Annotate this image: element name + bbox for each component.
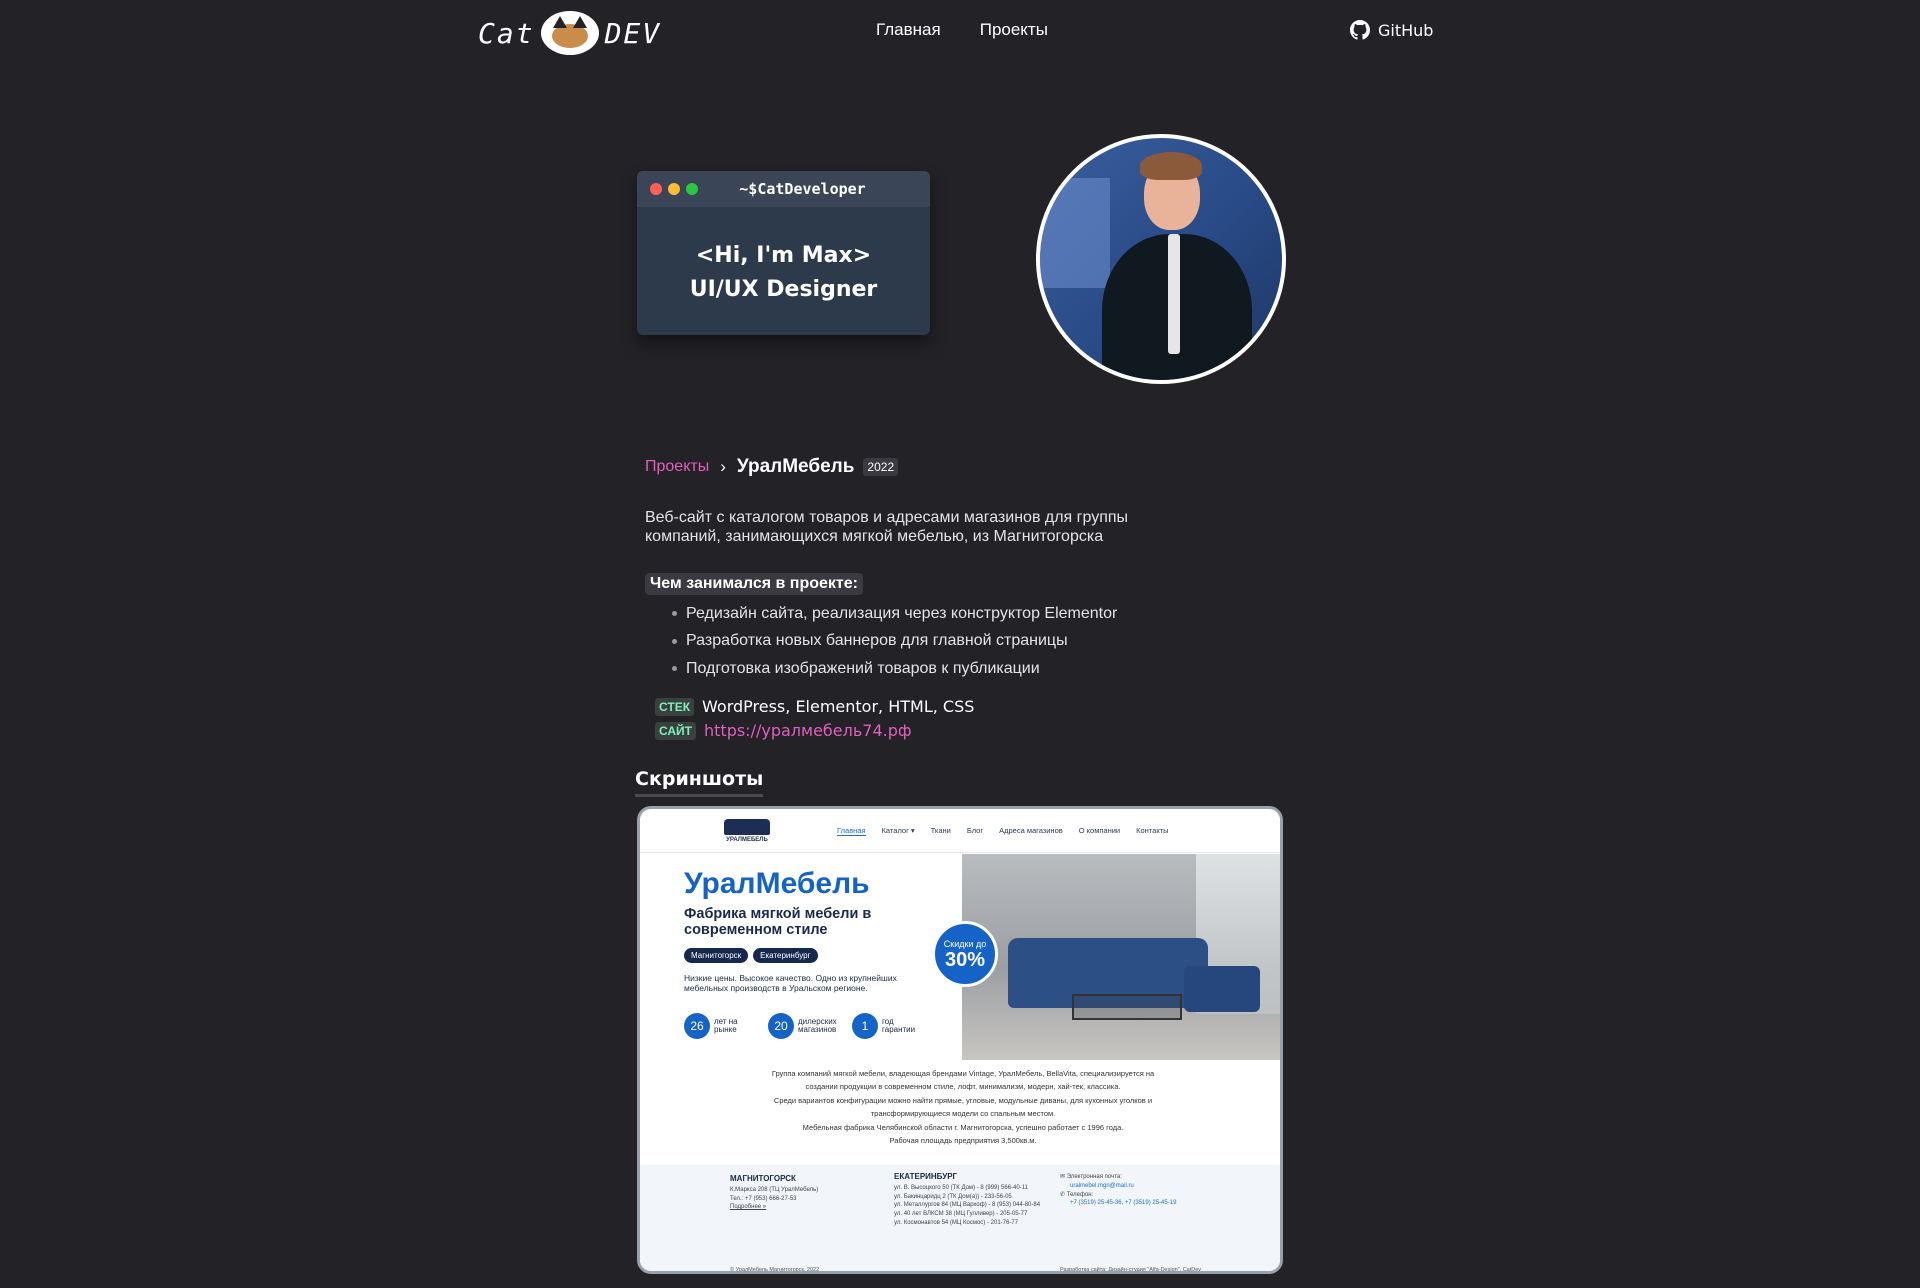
shot-stat-label: дилерских магазинов [798, 1017, 837, 1034]
terminal-titlebar: ~$CatDeveloper [637, 171, 930, 207]
shot-city-pill: Екатеринбург [753, 948, 818, 963]
shot-stat-number: 1 [852, 1013, 878, 1039]
task-item: Разработка новых баннеров для главной ст… [672, 628, 1117, 656]
shot-footer-heading: МАГНИТОГОРСК [730, 1174, 796, 1183]
shot-brand: УралМебель [684, 867, 870, 900]
shot-sofa-photo [962, 854, 1280, 1060]
shot-about-line: Группа компаний мягкой мебели, владеющая… [771, 1069, 1155, 1078]
shot-footer-line: ул. Космонавтов 54 (МЦ Космос) - 201-76-… [894, 1219, 1018, 1226]
task-list: Редизайн сайта, реализация через констру… [672, 600, 1117, 683]
shot-footer-line: К.Маркса 208 (ТЦ УралМебель) [730, 1186, 819, 1193]
shot-footer-line: ул. 40 лет ВЛКСМ 38 (МЦ Гулливер) - 205-… [894, 1211, 1028, 1218]
shot-about-line: Рабочая площадь предприятия 3,500кв.м. [889, 1136, 1037, 1146]
mail-icon: ✉ [1060, 1174, 1066, 1180]
site-tag: САЙТ [655, 721, 696, 740]
shot-nav-item: Главная [837, 825, 866, 836]
logo-text-left: Cat [478, 16, 535, 50]
shot-stat-label: лет на рынке [714, 1017, 738, 1034]
shot-about-line: трансформирующиеся модели со спальным ме… [870, 1109, 1056, 1119]
shot-hero: УралМебель Фабрика мягкой мебели в совре… [640, 854, 1280, 1060]
site-link[interactable]: https://уралмебель74.рф [704, 721, 912, 740]
shot-stats: 26 лет на рынке 20 дилерских магазинов 1 го… [684, 1013, 928, 1039]
stack-tag: СТЕК [655, 697, 695, 716]
shot-discount-badge: Скидки до 30% [932, 921, 998, 987]
shot-stat-number: 20 [768, 1013, 794, 1039]
shot-tagline: Фабрика мягкой мебели в современном стил… [684, 906, 872, 938]
shot-about-line: создании продукции в современном стиле, … [805, 1082, 1121, 1092]
shot-footer-line: Подробнее » [730, 1204, 767, 1211]
github-icon [1350, 20, 1370, 40]
site-logo[interactable]: Cat DEV [478, 10, 661, 56]
avatar [1036, 134, 1286, 384]
nav-projects[interactable]: Проекты [980, 20, 1048, 40]
shot-footer-line: ул. Металлургов 84 (МЦ Вархоф) - 8 (953)… [894, 1202, 1041, 1209]
shot-badge-label: Скидки до [943, 939, 987, 949]
shot-subtitle: Низкие цены. Высокое качество. Одно из к… [684, 973, 897, 993]
shot-footer-col: ЕКАТЕРИНБУРГ ул. В. Высоцкого 50 (ТК Дом… [894, 1172, 1041, 1228]
breadcrumb-projects-link[interactable]: Проекты [645, 458, 709, 476]
role-heading: Чем занимался в проекте: [645, 573, 863, 595]
github-label: GitHub [1378, 20, 1434, 40]
shot-footer-heading: ЕКАТЕРИНБУРГ [894, 1172, 958, 1181]
shot-footer-label: Электронная почта: [1066, 1174, 1122, 1180]
shot-about-line: Мебельная фабрика Челябинской области г.… [802, 1122, 1124, 1132]
shot-footer-email: uralmebel.mgn@mail.ru [1070, 1182, 1134, 1189]
breadcrumb: Проекты › УралМебель 2022 [645, 456, 899, 478]
shot-footer-line: ул. Бакинцаридц 2 (ТК Дом(а)) - 233-56-0… [894, 1193, 1012, 1200]
github-link[interactable]: GitHub [1350, 20, 1433, 40]
shot-footer-label: Телефон: [1066, 1191, 1094, 1198]
task-item: Подготовка изображений товаров к публика… [672, 655, 1117, 683]
hero-role: UI/UX Designer [689, 277, 878, 302]
shot-city-pill: Магнитогорск [684, 948, 749, 963]
shot-nav: Главная Каталог ▾ Ткани Блог Адреса мага… [837, 826, 1169, 836]
shot-footer-col: МАГНИТОГОРСК К.Маркса 208 (ТЦ УралМебель… [730, 1174, 819, 1212]
shot-badge-value: 30% [944, 949, 986, 971]
shot-nav-item: Контакты [1136, 825, 1169, 835]
shot-footer-line: ул. В. Высоцкого 50 (ТК Дом) - 8 (999) 5… [894, 1184, 1028, 1191]
project-year-badge: 2022 [863, 458, 899, 476]
terminal-title: ~$CatDeveloper [739, 180, 866, 198]
hero-greeting: <Hi, I'm Max> [695, 243, 872, 268]
project-description: Веб-сайт с каталогом товаров и адресами … [645, 509, 1129, 545]
shot-nav-item: Адреса магазинов [999, 825, 1063, 835]
shot-nav-item: Блог [966, 825, 984, 835]
sofa-icon [724, 818, 770, 835]
project-screenshot[interactable]: УРАЛМЕБЕЛЬ Главная Каталог ▾ Ткани Блог … [637, 806, 1283, 1274]
screenshots-heading: Скриншоты [635, 768, 764, 797]
shot-header: УРАЛМЕБЕЛЬ Главная Каталог ▾ Ткани Блог … [640, 809, 1280, 853]
shot-logo: УРАЛМЕБЕЛЬ [721, 818, 773, 843]
shot-stat-number: 26 [684, 1013, 710, 1039]
shot-about-line: Среди вариантов конфигурации можно найти… [773, 1095, 1153, 1105]
shot-stat-label: год гарантии [882, 1017, 916, 1034]
shot-logo-text: УРАЛМЕБЕЛЬ [726, 836, 768, 843]
terminal-card: ~$CatDeveloper <Hi, I'm Max> UI/UX Desig… [637, 171, 930, 335]
shot-footer-line: Тел.: +7 (953) 666-27-53 [730, 1195, 797, 1202]
main-nav: Главная Проекты [876, 20, 1048, 40]
site-row: САЙТ https://уралмебель74.рф [655, 721, 912, 740]
shot-copyright: © УралМебель Магнитогорск, 2022 [730, 1267, 820, 1273]
shot-nav-item: Ткани [930, 825, 951, 835]
project-title: УралМебель [736, 456, 855, 477]
stack-value: WordPress, Elementor, HTML, CSS [702, 697, 975, 716]
shot-nav-item: Каталог ▾ [881, 825, 915, 835]
logo-text-right: DEV [604, 16, 662, 50]
stack-row: СТЕК WordPress, Elementor, HTML, CSS [655, 697, 974, 716]
shot-nav-item: О компании [1078, 825, 1121, 835]
shot-footer-col: ✉ Электронная почта: uralmebel.mgn@mail.… [1060, 1173, 1176, 1208]
task-item: Редизайн сайта, реализация через констру… [672, 600, 1117, 628]
shot-about-text: Группа компаний мягкой мебели, владеющая… [640, 1067, 1280, 1147]
nav-home[interactable]: Главная [876, 20, 941, 40]
shot-credits: Разработка сайта: Дизайн-студия "Alfa-De… [1060, 1267, 1202, 1273]
shot-footer: МАГНИТОГОРСК К.Маркса 208 (ТЦ УралМебель… [640, 1165, 1280, 1273]
phone-icon: ✆ [1060, 1191, 1066, 1198]
chevron-right-icon: › [720, 457, 726, 476]
shot-footer-phone: +7 (3519) 25-45-36, +7 (3519) 25-45-19 [1070, 1200, 1177, 1207]
cat-icon [540, 11, 599, 55]
shot-cities: Магнитогорск Екатеринбург [684, 948, 818, 963]
